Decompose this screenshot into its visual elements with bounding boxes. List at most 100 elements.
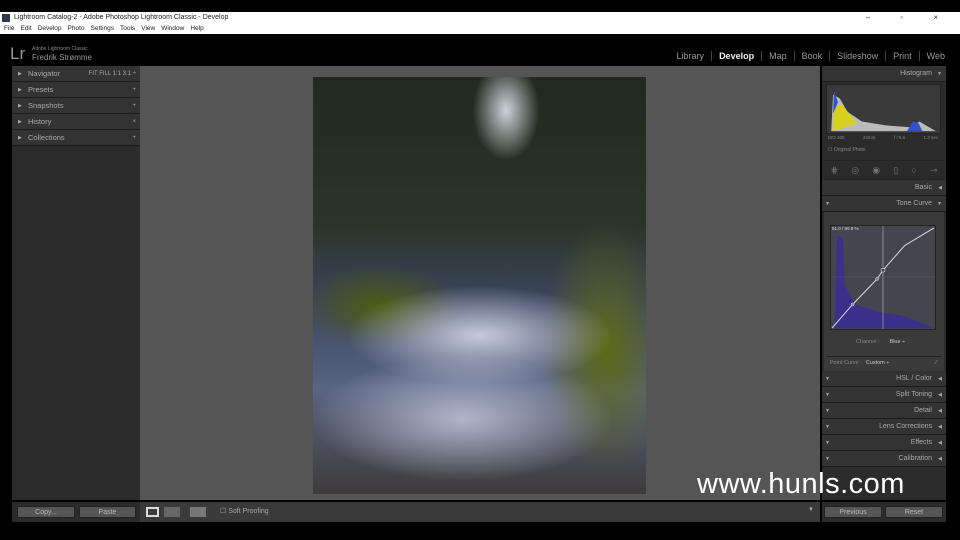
watermark: www.hunls.com [697,468,905,500]
module-slideshow[interactable]: Slideshow [829,51,885,61]
left-panel: ▶ Navigator FIT FILL 1:1 3:1 ÷ ▶ Presets + ▶… [12,66,140,500]
collapse-icon: ▼ [937,71,942,77]
panel-label: Histogram [900,70,932,77]
expand-icon: ▶ [18,103,22,109]
clear-history-button[interactable]: × [132,114,136,130]
graduated-filter-icon[interactable]: ▯ [893,165,898,176]
toggle-icon[interactable]: ▼ [825,387,830,403]
previous-button[interactable]: Previous [824,506,882,518]
panel-basic[interactable]: Basic ◀ [822,180,946,196]
iso: ISO 400 [828,135,845,140]
before-after-icon[interactable] [164,507,180,517]
expand-icon: ▶ [18,71,22,77]
panel-calibration[interactable]: ▼ Calibration ◀ [822,451,946,467]
paste-button[interactable]: Paste [79,506,136,518]
loupe-view-icon[interactable] [146,507,159,517]
panel-label: Basic [914,184,932,191]
menu-edit[interactable]: Edit [20,25,31,32]
panel-navigator[interactable]: ▶ Navigator FIT FILL 1:1 3:1 ÷ [12,66,140,82]
menu-bar: File Edit Develop Photo Settings Tools View Win… [0,24,960,34]
point-curve-value[interactable]: Custom ÷ [866,360,890,366]
menu-tools[interactable]: Tools [120,25,135,32]
panel-hsl[interactable]: ▼ HSL / Color ◀ [822,371,946,387]
module-web[interactable]: Web [918,51,952,61]
toggle-icon[interactable]: ▼ [825,419,830,435]
expand-icon: ▶ [18,135,22,141]
panel-tone-curve[interactable]: ▼ Tone Curve ▼ [822,196,946,212]
point-curve-label: Point Curve : [830,360,862,366]
add-collection-button[interactable]: + [132,130,136,146]
channel-value[interactable]: Blue ÷ [890,339,906,345]
red-eye-icon[interactable]: ◉ [872,165,880,176]
toggle-icon[interactable]: ▼ [825,371,830,387]
spot-removal-icon[interactable]: ◎ [851,165,859,176]
edit-curve-icon[interactable]: ⟋ [934,357,938,369]
radial-filter-icon[interactable]: ○ [911,165,916,175]
app-icon [2,14,10,22]
menu-settings[interactable]: Settings [91,25,115,32]
panel-label: Snapshots [28,101,64,110]
photo-preview[interactable] [313,77,646,494]
right-bottom-bar: Previous Reset [822,502,946,522]
adjustment-brush-icon[interactable]: ⊸ [930,165,938,176]
panel-snapshots[interactable]: ▶ Snapshots + [12,98,140,114]
menu-view[interactable]: View [141,25,155,32]
panel-split-toning[interactable]: ▼ Split Toning ◀ [822,387,946,403]
toggle-icon[interactable]: ▼ [825,196,830,212]
menu-help[interactable]: Help [190,25,203,32]
panel-lens-corrections[interactable]: ▼ Lens Corrections ◀ [822,419,946,435]
histogram-chart [826,84,941,134]
add-preset-button[interactable]: + [132,82,136,98]
panel-history[interactable]: ▶ History × [12,114,140,130]
tone-curve-graph[interactable] [830,225,936,330]
collapse-icon: ▼ [937,201,942,207]
panel-effects[interactable]: ▼ Effects ◀ [822,435,946,451]
expand-icon: ◀ [938,185,942,191]
channel-select[interactable]: Channel : Blue ÷ [856,339,905,345]
panel-collections[interactable]: ▶ Collections + [12,130,140,146]
soft-proofing-checkbox[interactable]: ☐ Soft Proofing [220,507,269,517]
toggle-icon[interactable]: ▼ [825,451,830,467]
module-develop[interactable]: Develop [711,51,761,61]
product-name: Adobe Lightroom Classic [32,46,88,52]
curve-point [850,302,855,307]
module-library[interactable]: Library [670,51,712,61]
expand-icon: ◀ [938,440,942,446]
toggle-icon[interactable]: ▼ [825,403,830,419]
panel-label: Presets [28,85,54,94]
menu-window[interactable]: Window [161,25,184,32]
panel-detail[interactable]: ▼ Detail ◀ [822,403,946,419]
module-map[interactable]: Map [761,51,794,61]
panel-label: Tone Curve [896,200,932,207]
expand-icon: ◀ [938,392,942,398]
copy-button[interactable]: Copy... [17,506,75,518]
curve-readout: 51.0 / 56.9 % [832,226,859,231]
channel-label: Channel : [856,339,880,345]
expand-icon: ◀ [938,456,942,462]
panel-histogram[interactable]: Histogram ▼ [822,66,946,82]
toggle-icon[interactable]: ▼ [825,435,830,451]
panel-label: HSL / Color [896,375,932,382]
module-book[interactable]: Book [793,51,830,61]
original-photo-checkbox[interactable]: ☐ Original Photo [828,147,866,153]
shutter-speed: 1.3 sec [923,135,938,140]
reset-button[interactable]: Reset [885,506,943,518]
soft-proofing-label: Soft Proofing [228,508,269,515]
panel-presets[interactable]: ▶ Presets + [12,82,140,98]
menu-develop[interactable]: Develop [38,25,62,32]
tool-strip: ⋕ ◎ ◉ ▯ ○ ⊸ [824,160,944,180]
panel-label: Calibration [898,455,932,462]
panel-label: Effects [910,439,932,446]
toolbar-menu-icon[interactable]: ▼ [808,507,814,513]
module-print[interactable]: Print [885,51,919,61]
aperture: f / 5.6 [893,135,906,140]
point-curve-select[interactable]: Point Curve : Custom ÷ ⟋ [826,356,942,368]
menu-file[interactable]: File [4,25,14,32]
crop-icon[interactable]: ⋕ [831,165,839,176]
before-after-mode-icon[interactable] [190,507,206,517]
zoom-options[interactable]: FIT FILL 1:1 3:1 ÷ [89,66,136,82]
window-controls[interactable]: – ▫ × [866,12,952,24]
menu-photo[interactable]: Photo [68,25,85,32]
add-snapshot-button[interactable]: + [132,98,136,114]
window-title-bar: Lightroom Catalog-2 - Adobe Photoshop Li… [0,12,960,24]
